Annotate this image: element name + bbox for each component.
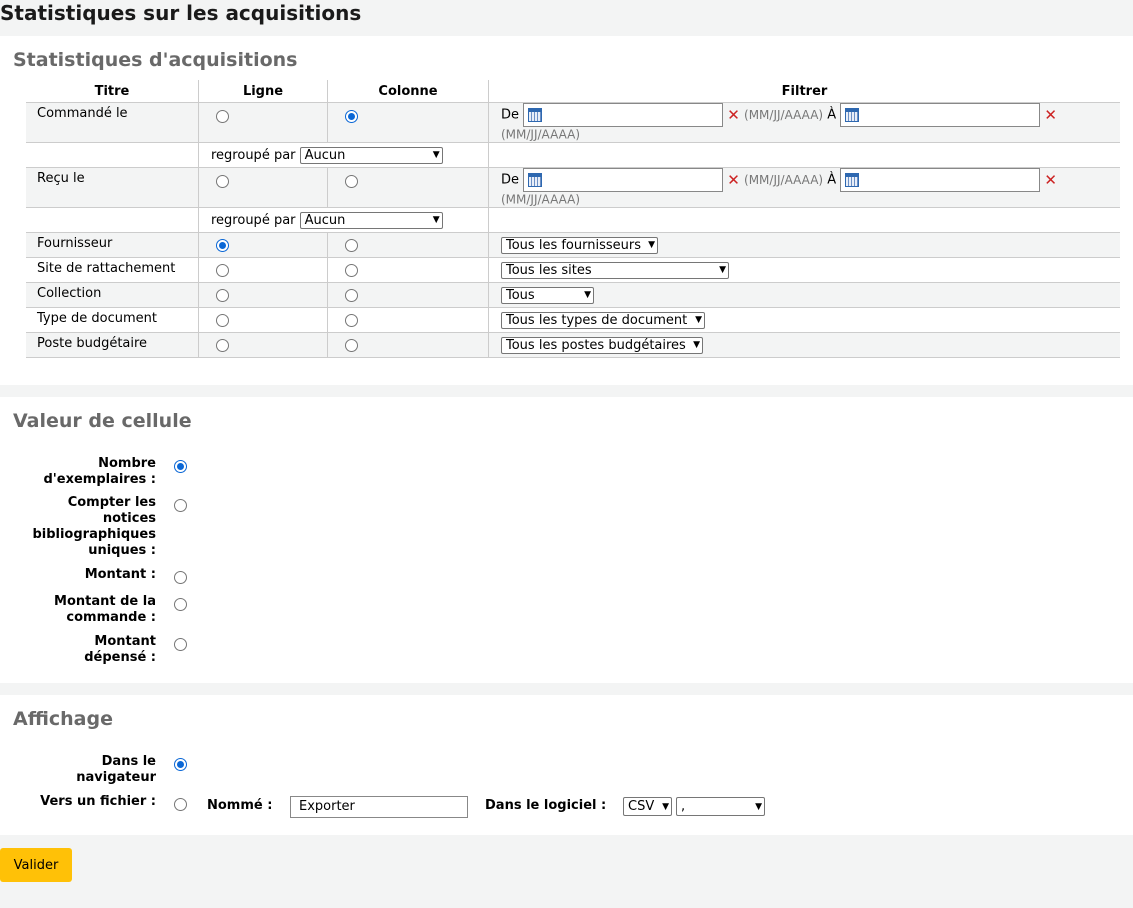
- row-doctype-label: Type de document: [26, 307, 199, 333]
- acquisitions-panel: Statistiques d'acquisitions Titre Ligne …: [0, 36, 1133, 385]
- cell-value-heading: Valeur de cellule: [13, 410, 192, 432]
- ordered-to-input[interactable]: [840, 103, 1041, 127]
- received-line-radio[interactable]: [216, 175, 229, 188]
- amount-label: Montant :: [84, 567, 156, 582]
- submit-button[interactable]: Valider: [0, 848, 72, 882]
- doctype-line-radio[interactable]: [216, 313, 229, 327]
- ordered-filter: De ✕ (MM/JJ/AAAA) À ✕ (MM/JJ/AAAA): [488, 102, 1120, 143]
- budget-column-radio[interactable]: [345, 338, 358, 352]
- calendar-icon[interactable]: [845, 108, 860, 122]
- col-row: Ligne: [198, 80, 328, 103]
- order-amount-radio[interactable]: [174, 598, 187, 611]
- date-format-hint: (MM/JJ/AAAA): [501, 127, 581, 142]
- browser-label: Dans le navigateur: [76, 754, 156, 785]
- cell-value-panel: Valeur de cellule Nombre d'exemplaires :…: [0, 397, 1133, 683]
- budget-line-radio[interactable]: [216, 338, 229, 352]
- biblios-label: Compter les notices bibliographiques uni…: [32, 495, 156, 558]
- col-filter: Filtrer: [488, 80, 1120, 103]
- ordered-from-label: De: [501, 107, 520, 123]
- collection-line-radio[interactable]: [216, 288, 229, 302]
- received-from-label: De: [501, 172, 520, 188]
- amount-radio[interactable]: [174, 571, 187, 584]
- spent-radio[interactable]: [174, 638, 187, 651]
- received-to-input[interactable]: [840, 168, 1041, 192]
- supplier-line-radio[interactable]: [216, 238, 229, 252]
- library-column-radio[interactable]: [345, 263, 358, 277]
- biblios-radio[interactable]: [174, 499, 187, 512]
- received-from-input[interactable]: [523, 168, 724, 192]
- ordered-from-input[interactable]: [523, 103, 724, 127]
- browser-radio[interactable]: [174, 758, 187, 771]
- items-label: Nombre d'exemplaires :: [43, 456, 156, 487]
- ordered-column-radio[interactable]: [345, 110, 358, 123]
- row-received-label: Reçu le: [26, 167, 199, 208]
- order-amount-label: Montant de la commande :: [54, 594, 156, 625]
- acquisitions-heading: Statistiques d'acquisitions: [13, 49, 298, 71]
- file-label: Vers un fichier :: [40, 794, 156, 809]
- received-filter: De ✕ (MM/JJ/AAAA) À ✕ (MM/JJ/AAAA): [488, 167, 1120, 208]
- clear-icon[interactable]: ✕: [727, 106, 740, 124]
- calendar-icon[interactable]: [528, 173, 543, 187]
- separator-select[interactable]: , ▼: [676, 797, 765, 816]
- row-library-label: Site de rattachement: [26, 257, 199, 283]
- col-column: Colonne: [327, 80, 489, 103]
- display-panel: Affichage Dans le navigateur Vers un fic…: [0, 695, 1133, 835]
- row-collection-label: Collection: [26, 282, 199, 308]
- page-title: Statistiques sur les acquisitions: [0, 1, 362, 25]
- library-filter-select[interactable]: Tous les sites ▼: [501, 261, 729, 279]
- items-radio[interactable]: [174, 460, 187, 473]
- spent-label: Montant dépensé :: [84, 634, 156, 665]
- clear-icon[interactable]: ✕: [1044, 171, 1057, 189]
- col-title: Titre: [26, 80, 199, 103]
- received-to-label: À: [827, 172, 837, 188]
- date-format-hint: (MM/JJ/AAAA): [744, 173, 824, 187]
- date-format-hint: (MM/JJ/AAAA): [744, 108, 824, 122]
- named-label: Nommé :: [207, 798, 273, 813]
- doctype-filter-select[interactable]: Tous les types de document ▼: [501, 311, 705, 329]
- calendar-icon[interactable]: [528, 108, 543, 122]
- ordered-grouped-label: regroupé par: [211, 147, 296, 163]
- row-supplier-label: Fournisseur: [26, 232, 199, 258]
- clear-icon[interactable]: ✕: [727, 171, 740, 189]
- library-line-radio[interactable]: [216, 263, 229, 277]
- acquisitions-table: Titre Ligne Colonne Filtrer Commandé le …: [26, 80, 1120, 358]
- collection-filter-select[interactable]: Tous ▼: [501, 286, 594, 304]
- display-heading: Affichage: [13, 708, 113, 730]
- file-radio[interactable]: [174, 798, 187, 811]
- budget-filter-select[interactable]: Tous les postes budgétaires ▼: [501, 336, 703, 354]
- format-select[interactable]: CSV ▼: [623, 797, 672, 816]
- filename-input[interactable]: Exporter: [290, 796, 468, 818]
- ordered-to-label: À: [827, 107, 837, 123]
- row-ordered-label: Commandé le: [26, 102, 199, 143]
- received-group-select[interactable]: Aucun ▼: [299, 211, 443, 229]
- collection-column-radio[interactable]: [345, 288, 358, 302]
- received-grouped-label: regroupé par: [211, 212, 296, 228]
- ordered-group-select[interactable]: Aucun ▼: [299, 146, 443, 164]
- date-format-hint: (MM/JJ/AAAA): [501, 192, 581, 207]
- doctype-column-radio[interactable]: [345, 313, 358, 327]
- ordered-line-radio[interactable]: [216, 110, 229, 123]
- calendar-icon[interactable]: [845, 173, 860, 187]
- software-label: Dans le logiciel :: [485, 798, 607, 813]
- supplier-filter-select[interactable]: Tous les fournisseurs ▼: [501, 236, 658, 254]
- clear-icon[interactable]: ✕: [1044, 106, 1057, 124]
- received-column-radio[interactable]: [345, 175, 358, 188]
- row-budget-label: Poste budgétaire: [26, 332, 199, 358]
- supplier-column-radio[interactable]: [345, 238, 358, 252]
